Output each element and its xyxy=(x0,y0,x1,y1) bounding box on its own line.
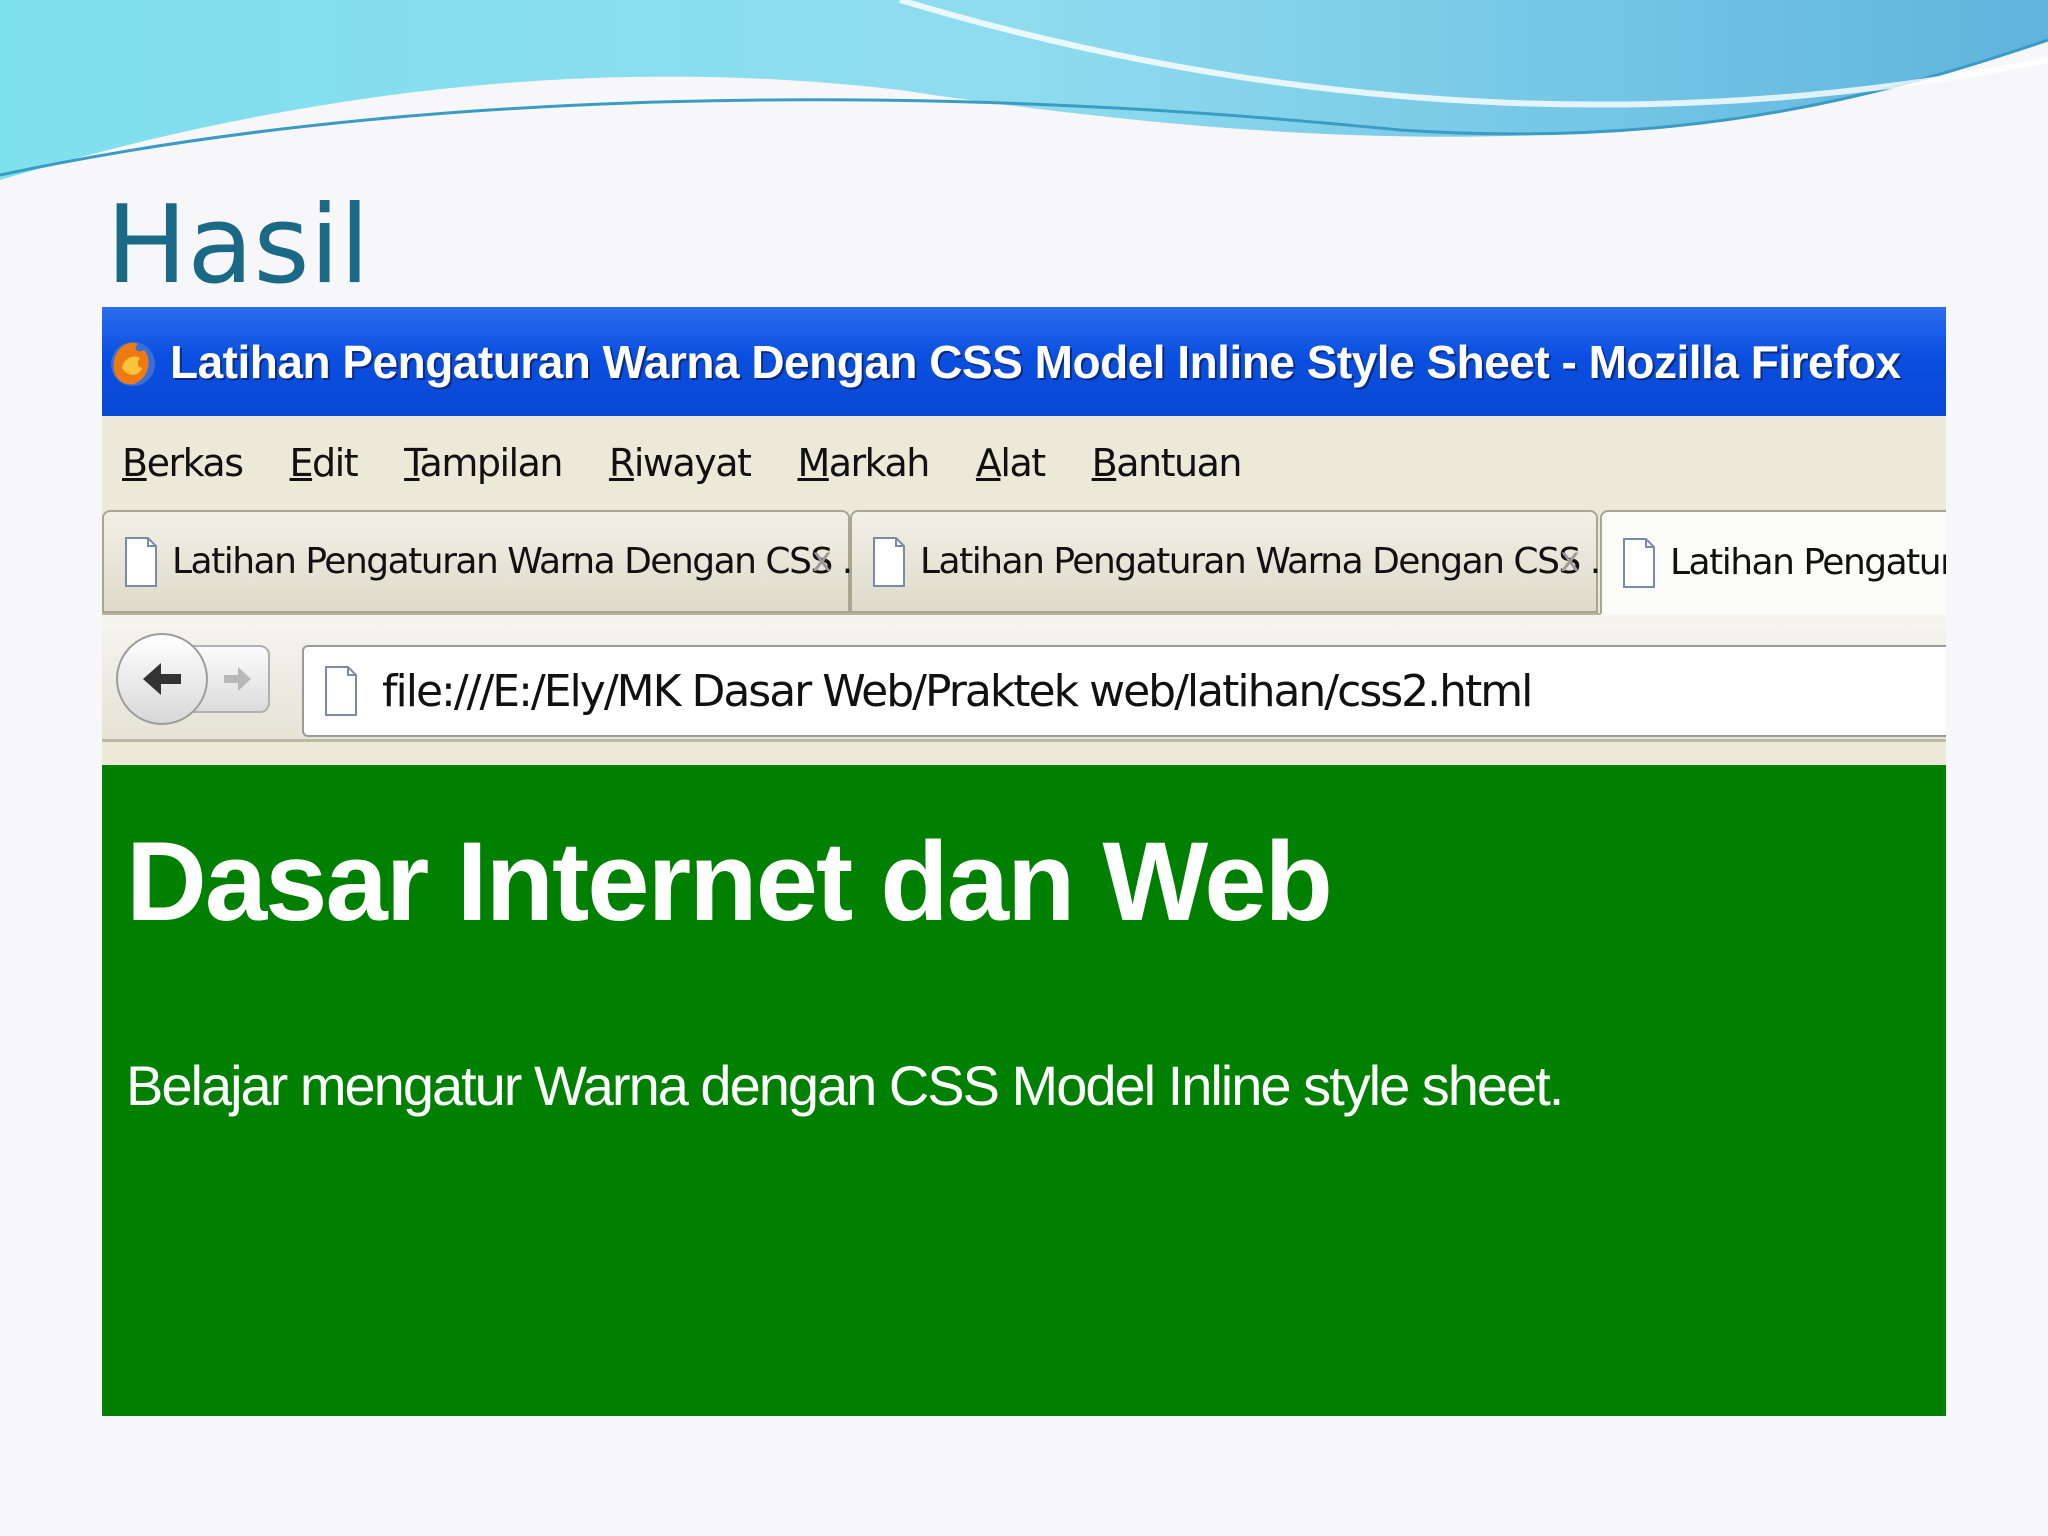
navigation-toolbar: file:///E:/Ely/MK Dasar Web/Praktek web/… xyxy=(102,615,1946,742)
back-button[interactable] xyxy=(116,633,208,725)
tab-label: Latihan Pengaturan xyxy=(1670,542,1946,583)
menu-tampilan[interactable]: Tampilan xyxy=(404,441,563,485)
menu-berkas[interactable]: Berkas xyxy=(122,441,244,485)
url-text[interactable]: file:///E:/Ely/MK Dasar Web/Praktek web/… xyxy=(382,666,1533,717)
tab-close-icon[interactable]: x xyxy=(1560,540,1580,580)
menu-riwayat[interactable]: Riwayat xyxy=(609,441,752,485)
tab-close-icon[interactable]: x xyxy=(812,540,832,580)
tab-label: Latihan Pengaturan Warna Dengan CSS ... xyxy=(920,541,1621,582)
menu-markah[interactable]: Markah xyxy=(797,441,930,485)
arrow-left-icon xyxy=(143,663,181,695)
menu-alat[interactable]: Alat xyxy=(976,441,1046,485)
document-icon xyxy=(1623,537,1655,588)
window-titlebar: Latihan Pengaturan Warna Dengan CSS Mode… xyxy=(102,307,1946,416)
tab-3-active[interactable]: Latihan Pengaturan xyxy=(1600,510,1946,615)
tab-label: Latihan Pengaturan Warna Dengan CSS ... xyxy=(172,541,873,582)
menu-edit[interactable]: Edit xyxy=(290,441,359,485)
tab-2[interactable]: Latihan Pengaturan Warna Dengan CSS ... … xyxy=(850,510,1621,613)
tab-1[interactable]: Latihan Pengaturan Warna Dengan CSS ... … xyxy=(102,510,873,613)
document-icon xyxy=(125,536,157,587)
page-paragraph: Belajar mengatur Warna dengan CSS Model … xyxy=(126,1054,1564,1117)
window-title: Latihan Pengaturan Warna Dengan CSS Mode… xyxy=(170,335,1901,388)
menu-bantuan[interactable]: Bantuan xyxy=(1092,441,1243,485)
page-icon xyxy=(325,666,357,716)
tab-bar: Latihan Pengaturan Warna Dengan CSS ... … xyxy=(102,510,1946,615)
arrow-right-icon xyxy=(224,667,251,691)
page-heading: Dasar Internet dan Web xyxy=(126,819,1333,944)
firefox-icon xyxy=(111,341,155,386)
document-icon xyxy=(873,536,905,587)
slide-title: Hasil xyxy=(106,183,370,308)
menu-bar: Berkas Edit Tampilan Riwayat Markah Alat… xyxy=(102,416,1946,510)
address-bar[interactable]: file:///E:/Ely/MK Dasar Web/Praktek web/… xyxy=(302,645,1946,737)
page-content: Dasar Internet dan Web Belajar mengatur … xyxy=(102,765,1946,1416)
browser-window: Latihan Pengaturan Warna Dengan CSS Mode… xyxy=(102,307,1946,1416)
